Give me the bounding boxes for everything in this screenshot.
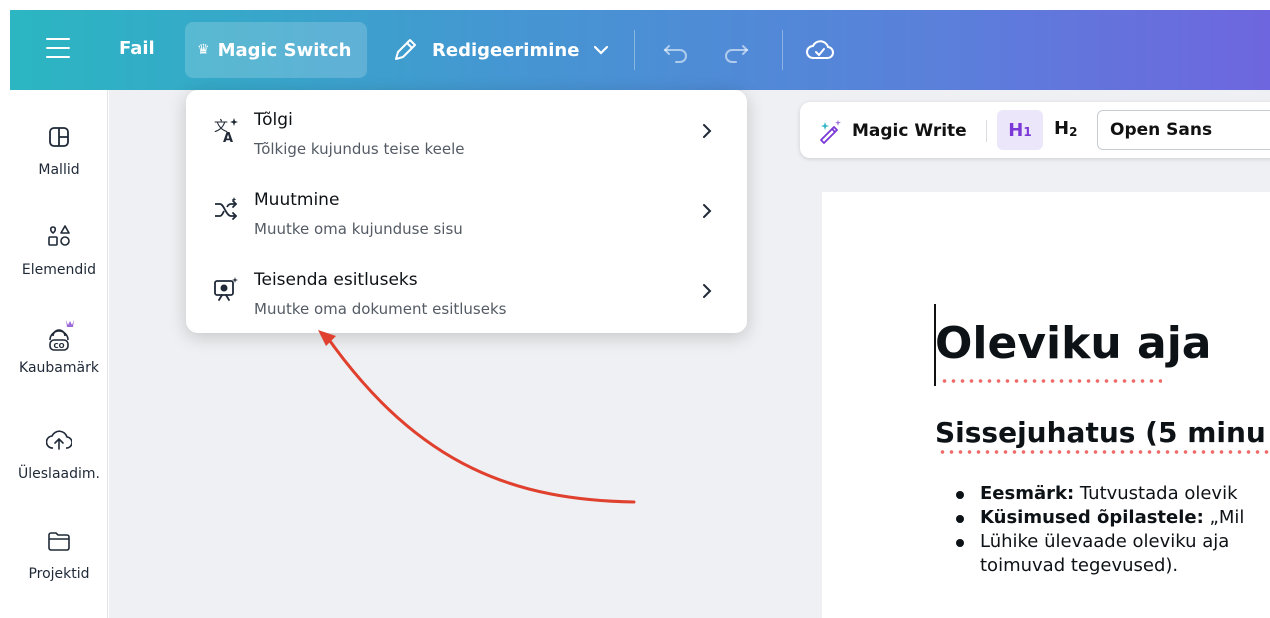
sidebar-item-label: Mallid — [38, 162, 80, 178]
menu-item-title: Muutmine — [254, 190, 340, 210]
elements-icon — [48, 225, 70, 246]
list-item-continuation[interactable]: toimuvad tegevused). — [952, 554, 1244, 578]
bullet-text: Lühike ülevaade oleviku aja — [980, 531, 1230, 552]
heading1-label: H — [1008, 119, 1024, 141]
header-separator — [634, 30, 635, 70]
top-strip — [0, 0, 1270, 10]
menu-item-convert-presentation[interactable]: Teisenda esitluseks Muutke oma dokument … — [186, 254, 747, 332]
list-item[interactable]: Eesmärk: Tutvustada olevik — [952, 482, 1244, 506]
magic-switch-menu: 文 A Tõlgi Tõlkige kujundus teise keele M… — [186, 90, 747, 333]
template-icon — [49, 127, 69, 147]
chevron-right-icon — [703, 284, 712, 298]
document-title[interactable]: Oleviku aja — [935, 318, 1211, 369]
font-selector[interactable]: Open Sans — [1097, 110, 1270, 150]
translate-icon: 文 A — [214, 118, 238, 144]
sidebar-item-label: Kaubamärk — [19, 360, 99, 376]
menu-item-title: Teisenda esitluseks — [254, 270, 418, 290]
upload-icon — [46, 430, 72, 450]
bullet-text: Tutvustada olevik — [1074, 483, 1238, 504]
chevron-right-icon — [703, 124, 712, 138]
document-heading[interactable]: Sissejuhatus (5 minu — [935, 416, 1266, 449]
magic-switch-button[interactable]: ♛ Magic Switch — [185, 22, 367, 78]
edit-mode-button[interactable]: Redigeerimine — [392, 22, 609, 78]
shuffle-icon — [215, 197, 238, 220]
menu-item-translate[interactable]: 文 A Tõlgi Tõlkige kujundus teise keele — [186, 94, 747, 172]
sidebar-item-label: Elemendid — [21, 262, 97, 278]
menu-icon[interactable] — [46, 38, 70, 60]
redo-icon[interactable] — [720, 34, 752, 66]
menu-item-modify[interactable]: Muutmine Muutke oma kujunduse sisu — [186, 174, 747, 252]
text-toolbar: Magic Write H1 H2 Open Sans — [800, 102, 1270, 158]
sidebar-item-templates[interactable]: Mallid — [10, 126, 108, 178]
top-header: Fail ♛ Magic Switch Redigeerimine — [10, 10, 1270, 90]
bullet-bold: Eesmärk: — [980, 483, 1075, 504]
menu-item-title: Tõlgi — [254, 110, 293, 130]
undo-icon[interactable] — [660, 34, 692, 66]
svg-text:A: A — [223, 131, 233, 144]
svg-text:CO: CO — [53, 342, 64, 350]
menu-item-subtitle: Muutke oma dokument esitluseks — [254, 300, 507, 318]
folder-icon — [48, 532, 70, 551]
bullet-text: toimuvad tegevused). — [980, 555, 1179, 576]
magic-write-label: Magic Write — [852, 121, 967, 141]
sidebar-item-projects[interactable]: Projektid — [10, 530, 108, 582]
magic-wand-icon — [820, 120, 841, 144]
crown-icon: ♛ — [197, 42, 210, 58]
sidebar-item-label: Projektid — [28, 566, 90, 582]
list-item[interactable]: Lühike ülevaade oleviku aja — [952, 530, 1244, 554]
menu-item-subtitle: Tõlkige kujundus teise keele — [254, 140, 465, 158]
menu-item-subtitle: Muutke oma kujunduse sisu — [254, 220, 463, 238]
sidebar-item-brand[interactable]: CO Kaubamärk — [10, 316, 108, 376]
presentation-icon — [214, 277, 238, 301]
sidebar: Mallid Elemendid CO Kaubamärk Üleslaadim… — [10, 90, 108, 618]
edit-mode-label: Redigeerimine — [432, 39, 580, 61]
brand-icon: CO — [49, 320, 74, 351]
cloud-check-icon[interactable] — [804, 34, 836, 66]
bullet-list: Eesmärk: Tutvustada olevik Küsimused õpi… — [952, 482, 1244, 578]
magic-write-button[interactable]: Magic Write — [816, 118, 967, 144]
sidebar-item-label: Üleslaadim. — [18, 466, 100, 482]
magic-switch-label: Magic Switch — [217, 39, 352, 61]
sidebar-item-uploads[interactable]: Üleslaadim. — [10, 428, 108, 482]
left-edge — [0, 0, 10, 618]
pencil-icon — [395, 39, 416, 60]
bullet-bold: Küsimused õpilastele: — [980, 507, 1204, 528]
spellcheck-underline — [938, 449, 1270, 455]
heading2-label: H — [1054, 118, 1070, 139]
toolbar-separator — [986, 120, 987, 142]
sidebar-item-elements[interactable]: Elemendid — [10, 224, 108, 278]
header-separator — [782, 30, 783, 70]
spellcheck-underline — [940, 378, 1162, 384]
list-item[interactable]: Küsimused õpilastele: „Mil — [952, 506, 1244, 530]
heading1-button[interactable]: H1 — [997, 110, 1043, 150]
bullet-text: „Mil — [1203, 507, 1245, 528]
chevron-right-icon — [703, 204, 712, 218]
heading2-button[interactable]: H2 — [1054, 118, 1077, 139]
heading1-sub: 1 — [1023, 125, 1032, 139]
file-menu-button[interactable]: Fail — [119, 38, 155, 59]
chevron-down-icon — [594, 45, 609, 55]
heading2-sub: 2 — [1069, 125, 1078, 139]
